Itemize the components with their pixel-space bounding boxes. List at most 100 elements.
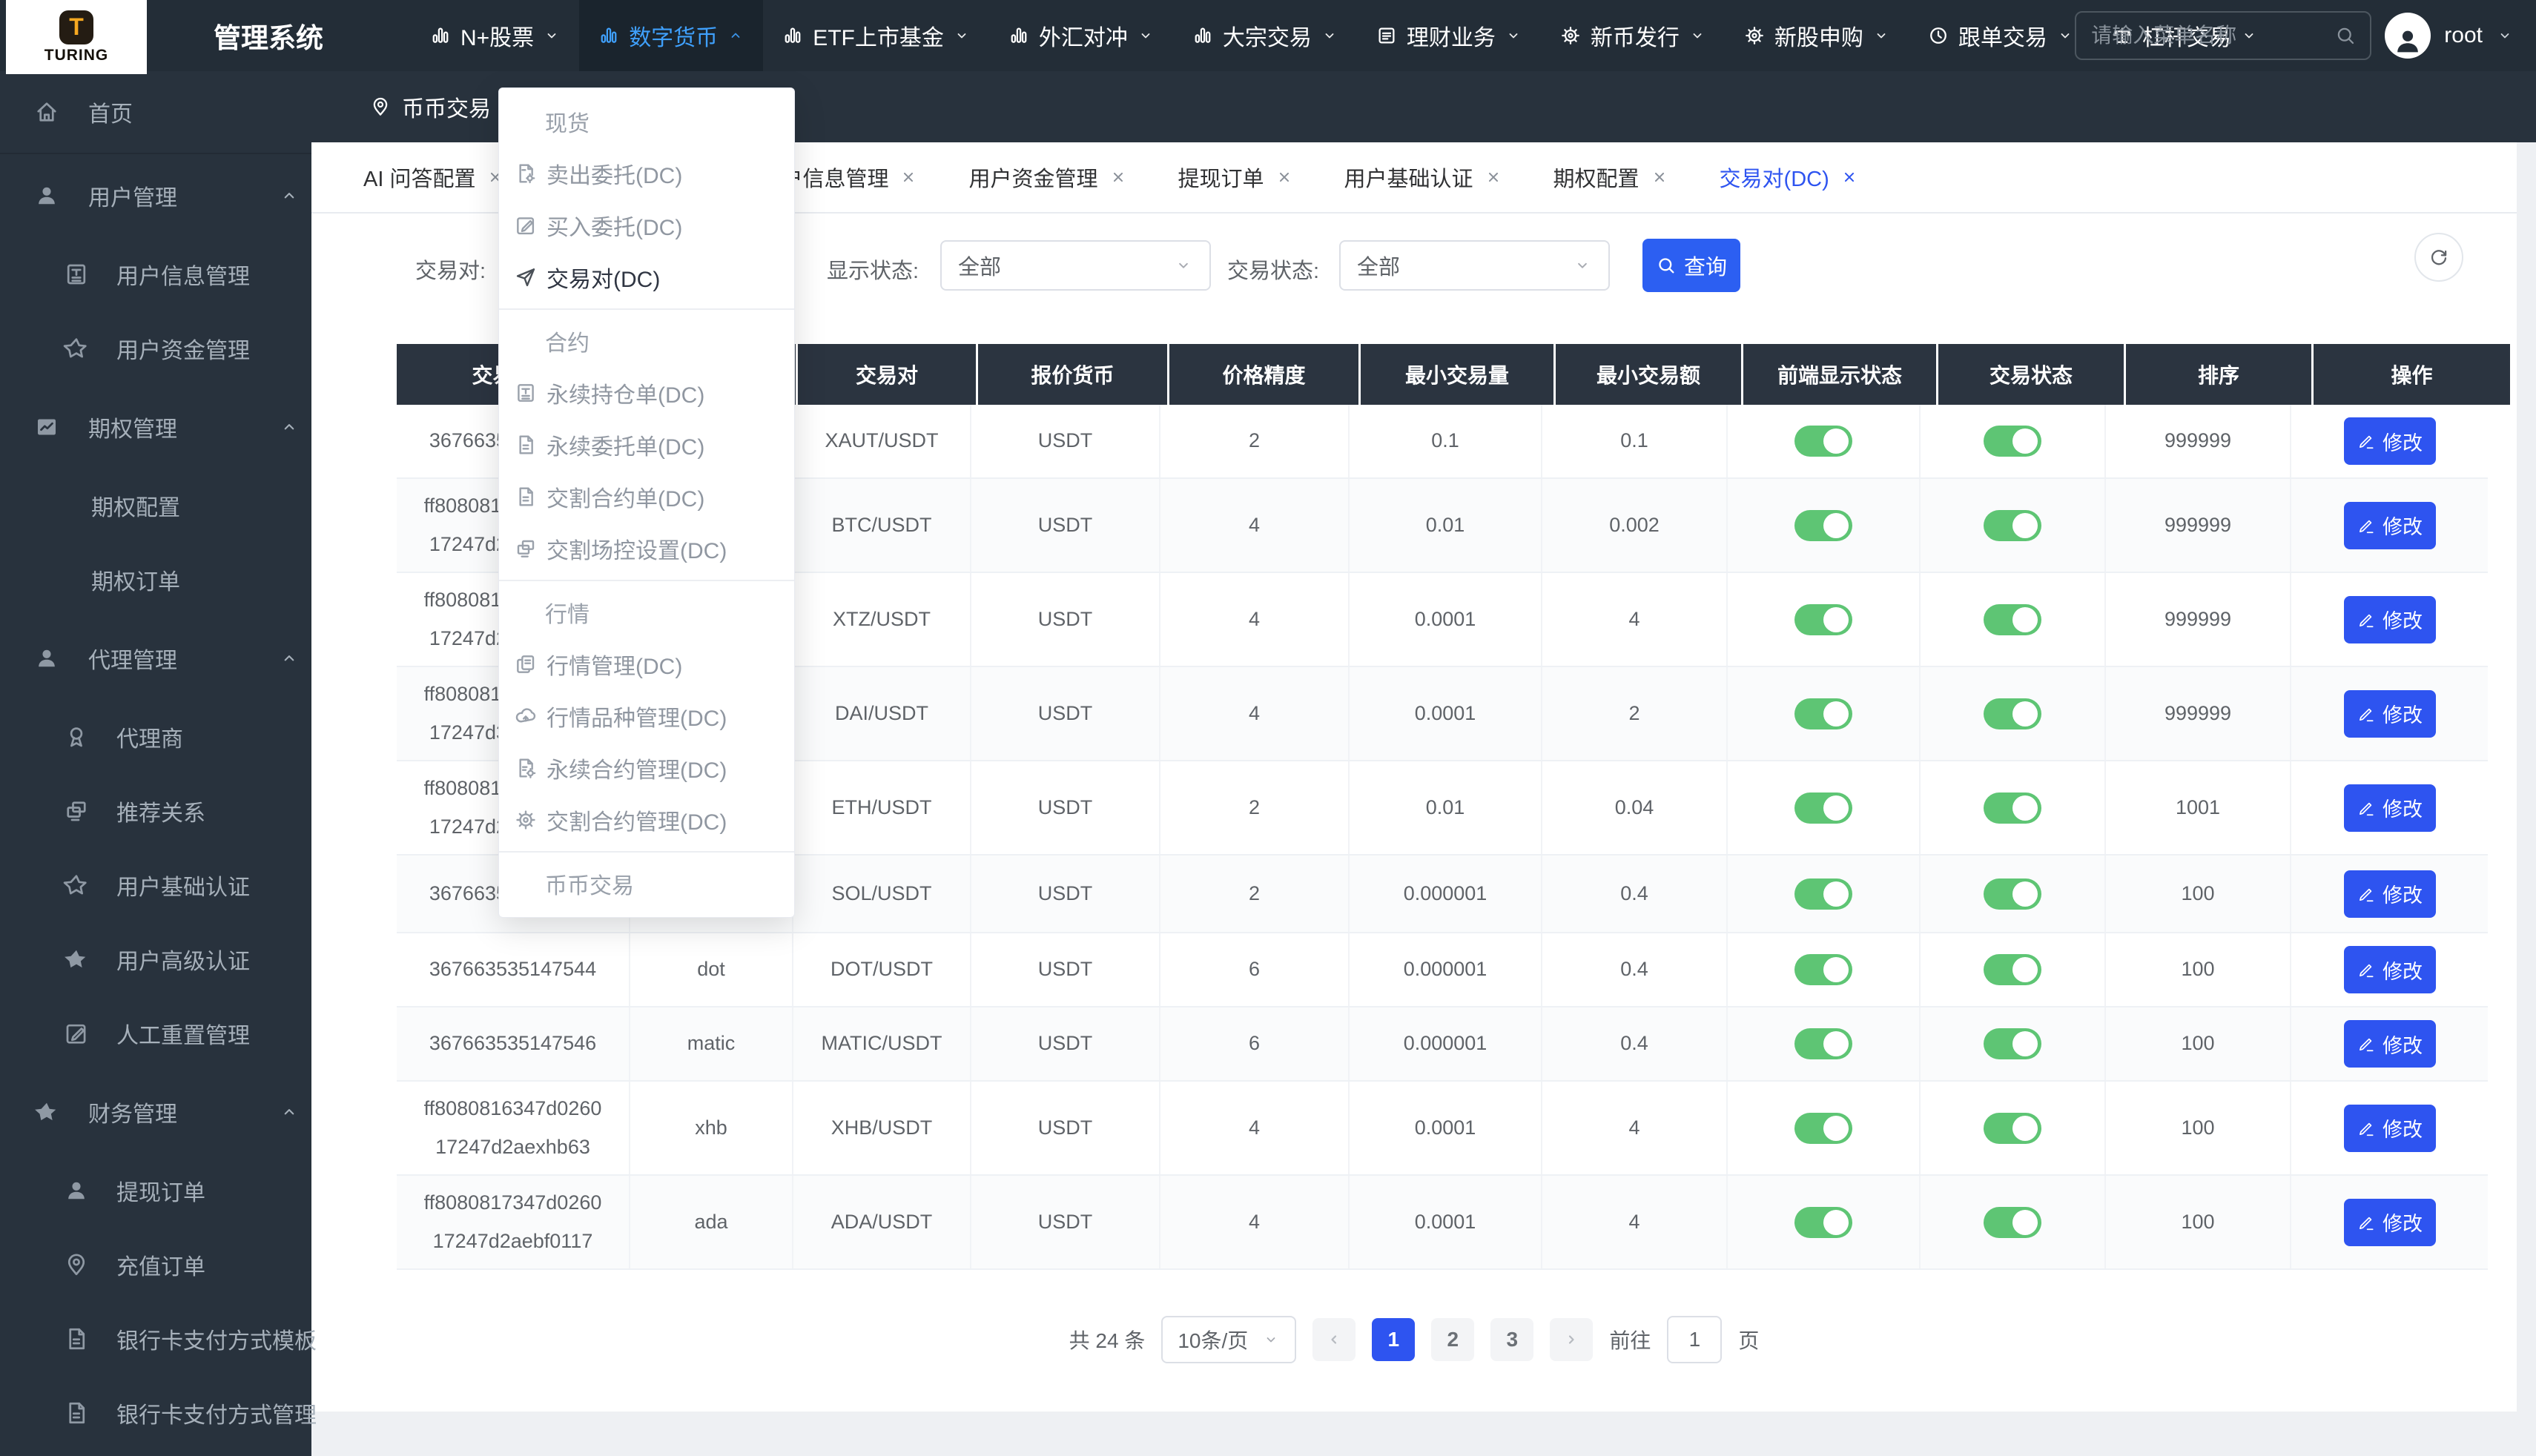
top-menu-item[interactable]: 数字货币 bbox=[579, 0, 763, 71]
display-status-select[interactable]: 全部 bbox=[940, 240, 1211, 291]
top-menu-item[interactable]: N+股票 bbox=[411, 0, 579, 71]
display-status-toggle[interactable] bbox=[1794, 792, 1852, 824]
display-status-toggle[interactable] bbox=[1794, 954, 1852, 985]
dropdown-item[interactable]: 交易对(DC) bbox=[499, 251, 794, 303]
edit-button[interactable]: 修改 bbox=[2344, 946, 2436, 993]
top-menu-item[interactable]: 理财业务 bbox=[1357, 0, 1541, 71]
trade-status-toggle[interactable] bbox=[1984, 878, 2041, 910]
display-status-toggle[interactable] bbox=[1794, 1113, 1852, 1144]
dropdown-item[interactable]: 买入委托(DC) bbox=[499, 199, 794, 251]
avatar[interactable] bbox=[2385, 13, 2431, 59]
sidebar-subitem[interactable]: 期权配置 bbox=[0, 469, 311, 543]
display-status-toggle[interactable] bbox=[1794, 878, 1852, 910]
page-button[interactable]: 3 bbox=[1490, 1318, 1533, 1361]
sidebar-subitem[interactable]: 人工重置管理 bbox=[0, 996, 311, 1071]
dropdown-item[interactable]: 行情管理(DC) bbox=[499, 638, 794, 690]
trade-status-toggle[interactable] bbox=[1984, 954, 2041, 985]
dropdown-item[interactable]: 行情品种管理(DC) bbox=[499, 690, 794, 742]
dropdown-item[interactable]: 交割场控设置(DC) bbox=[499, 523, 794, 575]
chevron-down-icon[interactable] bbox=[2496, 27, 2514, 44]
pair-id-line: ff8080817347d0260 bbox=[424, 1188, 602, 1217]
switch-knob bbox=[1823, 957, 1849, 982]
sidebar-item[interactable]: 用户管理 bbox=[0, 154, 311, 237]
trade-status-toggle[interactable] bbox=[1984, 510, 2041, 541]
edit-button[interactable]: 修改 bbox=[2344, 596, 2436, 643]
page-button[interactable]: 1 bbox=[1372, 1318, 1415, 1361]
trade-status-toggle[interactable] bbox=[1984, 1113, 2041, 1144]
username[interactable]: root bbox=[2444, 23, 2483, 48]
page-size-select[interactable]: 10条/页 bbox=[1161, 1316, 1296, 1363]
dropdown-item[interactable]: 交割合约单(DC) bbox=[499, 471, 794, 523]
tab[interactable]: 交易对(DC) bbox=[1720, 162, 1858, 193]
trade-status-toggle[interactable] bbox=[1984, 1207, 2041, 1238]
dropdown-item[interactable]: 永续合约管理(DC) bbox=[499, 742, 794, 794]
display-status-toggle[interactable] bbox=[1794, 1207, 1852, 1238]
sidebar-item[interactable]: 首页 bbox=[0, 71, 311, 154]
top-menu-item[interactable]: 新股申购 bbox=[1725, 0, 1909, 71]
tab[interactable]: 期权配置 bbox=[1553, 162, 1668, 193]
sidebar-subitem[interactable]: 期权订单 bbox=[0, 543, 311, 617]
tab[interactable]: 用户基础认证 bbox=[1344, 162, 1502, 193]
dropdown-item[interactable]: 卖出委托(DC) bbox=[499, 148, 794, 199]
dropdown-item-label: 永续委托单(DC) bbox=[547, 428, 704, 461]
display-status-toggle[interactable] bbox=[1794, 604, 1852, 635]
column-header: 价格精度 bbox=[1169, 344, 1358, 405]
sidebar-subitem[interactable]: 用户信息管理 bbox=[0, 237, 311, 311]
sidebar-subitem[interactable]: 提现订单 bbox=[0, 1154, 311, 1228]
tab[interactable]: 提现订单 bbox=[1178, 162, 1292, 193]
edit-button[interactable]: 修改 bbox=[2344, 1105, 2436, 1152]
edit-button[interactable]: 修改 bbox=[2344, 502, 2436, 549]
chevron-up-icon bbox=[279, 1102, 300, 1122]
menu-search[interactable] bbox=[2075, 11, 2371, 60]
trade-status-toggle[interactable] bbox=[1984, 604, 2041, 635]
dropdown-item[interactable]: 交割合约管理(DC) bbox=[499, 794, 794, 846]
edit-button[interactable]: 修改 bbox=[2344, 417, 2436, 465]
edit-button[interactable]: 修改 bbox=[2344, 870, 2436, 918]
menu-search-input[interactable] bbox=[2090, 23, 2327, 48]
display-status-toggle[interactable] bbox=[1794, 426, 1852, 457]
edit-button[interactable]: 修改 bbox=[2344, 1020, 2436, 1068]
cell-min-qty: 0.01 bbox=[1350, 479, 1542, 572]
sidebar-subitem[interactable]: 用户基础认证 bbox=[0, 848, 311, 922]
top-menu-item[interactable]: 跟单交易 bbox=[1909, 0, 2093, 71]
sidebar-subitem[interactable]: 用户高级认证 bbox=[0, 922, 311, 996]
edit-button[interactable]: 修改 bbox=[2344, 690, 2436, 738]
tab[interactable]: AI 问答配置 bbox=[363, 162, 503, 193]
sidebar-subitem[interactable]: 代理商 bbox=[0, 700, 311, 774]
cell-min-qty: 0.0001 bbox=[1350, 573, 1542, 666]
trade-status-select[interactable]: 全部 bbox=[1339, 240, 1610, 291]
dropdown-item[interactable]: 永续委托单(DC) bbox=[499, 419, 794, 471]
refresh-button[interactable] bbox=[2414, 233, 2463, 282]
trade-status-toggle[interactable] bbox=[1984, 792, 2041, 824]
sidebar-subitem[interactable]: 用户资金管理 bbox=[0, 311, 311, 385]
top-menu-item[interactable]: ETF上市基金 bbox=[763, 0, 989, 71]
top-menu-item[interactable]: 新币发行 bbox=[1541, 0, 1725, 71]
edit-button[interactable]: 修改 bbox=[2344, 1199, 2436, 1246]
switch-knob bbox=[2012, 428, 2038, 454]
trade-status-toggle[interactable] bbox=[1984, 426, 2041, 457]
display-status-toggle[interactable] bbox=[1794, 1028, 1852, 1059]
trade-status-toggle[interactable] bbox=[1984, 1028, 2041, 1059]
sidebar-subitem[interactable]: 推荐关系 bbox=[0, 774, 311, 848]
next-page-button[interactable] bbox=[1550, 1318, 1593, 1361]
sidebar-item[interactable]: 财务管理 bbox=[0, 1071, 311, 1154]
sidebar-item[interactable]: 代理管理 bbox=[0, 617, 311, 700]
display-status-toggle[interactable] bbox=[1794, 698, 1852, 729]
sidebar-subitem[interactable]: 银行卡支付方式模板 bbox=[0, 1302, 311, 1376]
prev-page-button[interactable] bbox=[1312, 1318, 1355, 1361]
dropdown-item[interactable]: 永续持仓单(DC) bbox=[499, 367, 794, 419]
page-button[interactable]: 2 bbox=[1431, 1318, 1474, 1361]
sidebar-subitem[interactable]: 充值订单 bbox=[0, 1228, 311, 1302]
display-status-toggle[interactable] bbox=[1794, 510, 1852, 541]
query-button[interactable]: 查询 bbox=[1642, 239, 1740, 292]
sidebar-item[interactable]: 期权管理 bbox=[0, 385, 311, 469]
sidebar-subitem[interactable]: 银行卡支付方式管理 bbox=[0, 1376, 311, 1450]
tab[interactable]: 用户资金管理 bbox=[968, 162, 1126, 193]
bar-icon bbox=[1008, 24, 1030, 47]
app-logo[interactable]: T TURING bbox=[6, 0, 147, 74]
trade-status-toggle[interactable] bbox=[1984, 698, 2041, 729]
edit-button[interactable]: 修改 bbox=[2344, 784, 2436, 832]
top-menu-item[interactable]: 外汇对冲 bbox=[989, 0, 1173, 71]
goto-page-input[interactable] bbox=[1667, 1316, 1722, 1363]
top-menu-item[interactable]: 大宗交易 bbox=[1173, 0, 1357, 71]
